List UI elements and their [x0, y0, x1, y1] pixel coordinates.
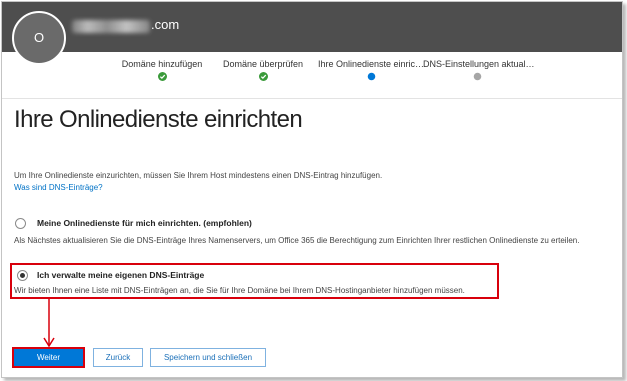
step-label-add-domain: Domäne hinzufügen — [121, 59, 203, 69]
current-step-dot-icon — [367, 72, 376, 81]
step-label-update-dns: DNS-Einstellungen aktual… — [423, 59, 535, 69]
annotation-arrow-icon — [43, 297, 55, 347]
step-label-verify-domain: Domäne überprüfen — [222, 59, 304, 69]
save-and-close-button[interactable]: Speichern und schließen — [150, 348, 266, 367]
radio-selected-dot — [20, 273, 25, 278]
step-label-setup-services: Ihre Onlinedienste einric… — [317, 59, 425, 69]
setup-wizard-window: O .com Domäne hinzufügen Domäne überprüf… — [1, 1, 623, 378]
check-icon — [259, 72, 268, 81]
intro-text: Um Ihre Onlinedienste einzurichten, müss… — [14, 171, 383, 180]
option-manage-dns-label[interactable]: Ich verwalte meine eigenen DNS-Einträge — [37, 270, 204, 280]
back-button[interactable]: Zurück — [93, 348, 143, 367]
option-auto-setup-label[interactable]: Meine Onlinedienste für mich einrichten.… — [37, 218, 252, 228]
check-icon — [158, 72, 167, 81]
steps-divider — [2, 98, 622, 99]
option-auto-setup-description: Als Nächstes aktualisieren Sie die DNS-E… — [14, 236, 580, 245]
dns-records-help-link[interactable]: Was sind DNS-Einträge? — [14, 183, 103, 192]
domain-suffix: .com — [151, 17, 180, 32]
option-manage-dns-radio[interactable] — [17, 270, 28, 281]
domain-avatar: O — [12, 11, 66, 65]
option-manage-dns-description: Wir bieten Ihnen eine Liste mit DNS-Eint… — [14, 286, 465, 295]
blurred-domain-name — [72, 20, 150, 33]
page-title: Ihre Onlinedienste einrichten — [14, 106, 303, 133]
pending-step-dot-icon — [473, 72, 482, 81]
option-auto-setup-radio[interactable] — [15, 218, 26, 229]
next-button[interactable]: Weiter — [12, 347, 85, 368]
